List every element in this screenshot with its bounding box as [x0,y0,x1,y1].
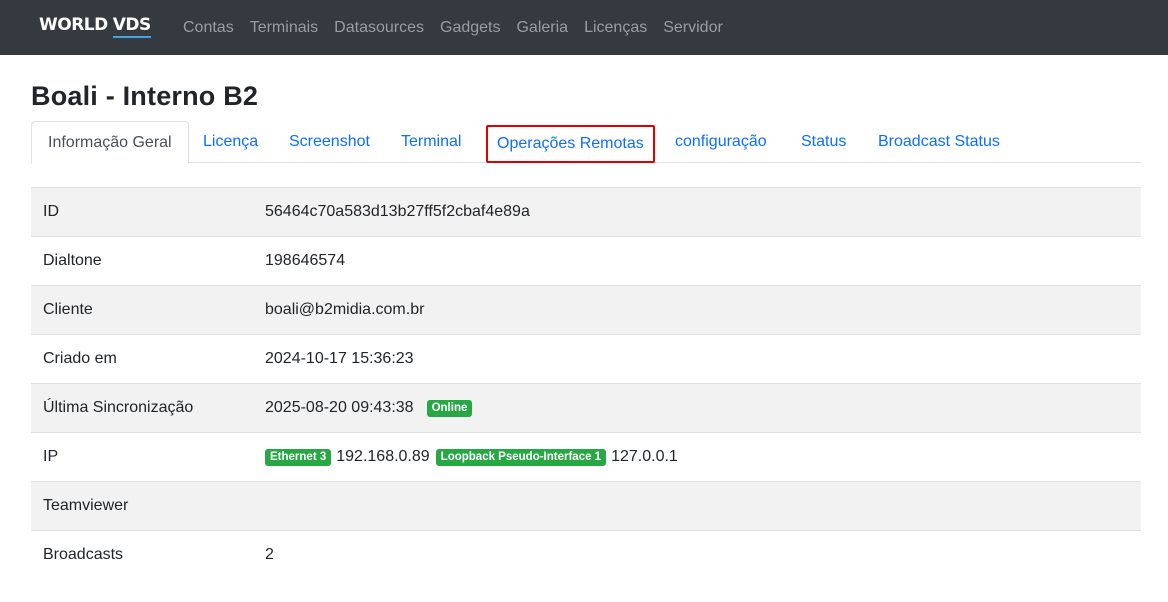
brand-logo[interactable]: WORLD VDS [39,15,151,38]
tab-broadcast-status[interactable]: Broadcast Status [878,121,1000,163]
tab-licenca[interactable]: Licença [203,121,258,163]
table-row-criado-em: Criado em 2024-10-17 15:36:23 [31,334,1141,383]
row-label: IP [43,448,59,465]
nav-link-terminais[interactable]: Terminais [250,19,318,37]
interface-badge-loopback: Loopback Pseudo-Interface 1 [435,448,607,466]
row-label: Broadcasts [43,546,124,563]
nav-link-datasources[interactable]: Datasources [334,19,424,37]
nav-link-contas[interactable]: Contas [183,19,234,37]
row-value: 56464c70a583d13b27ff5f2cbaf4e89a [265,203,530,220]
sync-timestamp: 2025-08-20 09:43:38 [265,399,414,416]
brand-logo-world: WORLD [39,15,108,35]
ip-address-loopback: 127.0.0.1 [611,448,678,465]
ip-address-ethernet: 192.168.0.89 [336,448,430,465]
tab-informacao-geral[interactable]: Informação Geral [31,121,189,164]
row-value: 2 [265,546,274,563]
row-label: Dialtone [43,252,102,269]
nav-link-galeria[interactable]: Galeria [516,19,568,37]
row-label: Última Sincronização [43,399,194,416]
row-label: Criado em [43,350,117,367]
table-row-ip: IP Ethernet 3 192.168.0.89 Loopback Pseu… [31,432,1141,481]
nav-link-licencas[interactable]: Licenças [584,19,647,37]
tab-status[interactable]: Status [801,121,846,163]
page-title: Boali - Interno B2 [31,81,259,111]
top-navbar: WORLD VDS Contas Terminais Datasources G… [0,0,1168,55]
row-label: Cliente [43,301,93,318]
tab-terminal[interactable]: Terminal [401,121,461,163]
tab-configuracao[interactable]: configuração [675,121,767,163]
table-row-id: ID 56464c70a583d13b27ff5f2cbaf4e89a [31,187,1141,236]
online-status-badge: Online [426,399,473,417]
nav-links: Contas Terminais Datasources Gadgets Gal… [183,0,739,55]
row-label: ID [43,203,59,220]
table-row-teamviewer: Teamviewer [31,481,1141,530]
brand-logo-vds: VDS [112,15,151,38]
terminal-info-table: ID 56464c70a583d13b27ff5f2cbaf4e89a Dial… [31,187,1141,579]
tab-bar: Informação Geral Licença Screenshot Term… [31,121,1141,164]
row-value: 2024-10-17 15:36:23 [265,350,414,367]
interface-badge-ethernet: Ethernet 3 [265,448,332,466]
row-label: Teamviewer [43,497,129,514]
row-value: 2025-08-20 09:43:38 Online [265,399,473,417]
table-row-dialtone: Dialtone 198646574 [31,236,1141,285]
row-value: Ethernet 3 192.168.0.89 Loopback Pseudo-… [265,448,678,466]
row-value: boali@b2midia.com.br [265,301,425,318]
table-row-cliente: Cliente boali@b2midia.com.br [31,285,1141,334]
table-row-broadcasts: Broadcasts 2 [31,530,1141,579]
nav-link-servidor[interactable]: Servidor [663,19,723,37]
nav-link-gadgets[interactable]: Gadgets [440,19,500,37]
tab-screenshot[interactable]: Screenshot [289,121,370,163]
row-value: 198646574 [265,252,346,269]
tab-operacoes-remotas[interactable]: Operações Remotas [486,125,655,163]
table-row-ultima-sincronizacao: Última Sincronização 2025-08-20 09:43:38… [31,383,1141,432]
